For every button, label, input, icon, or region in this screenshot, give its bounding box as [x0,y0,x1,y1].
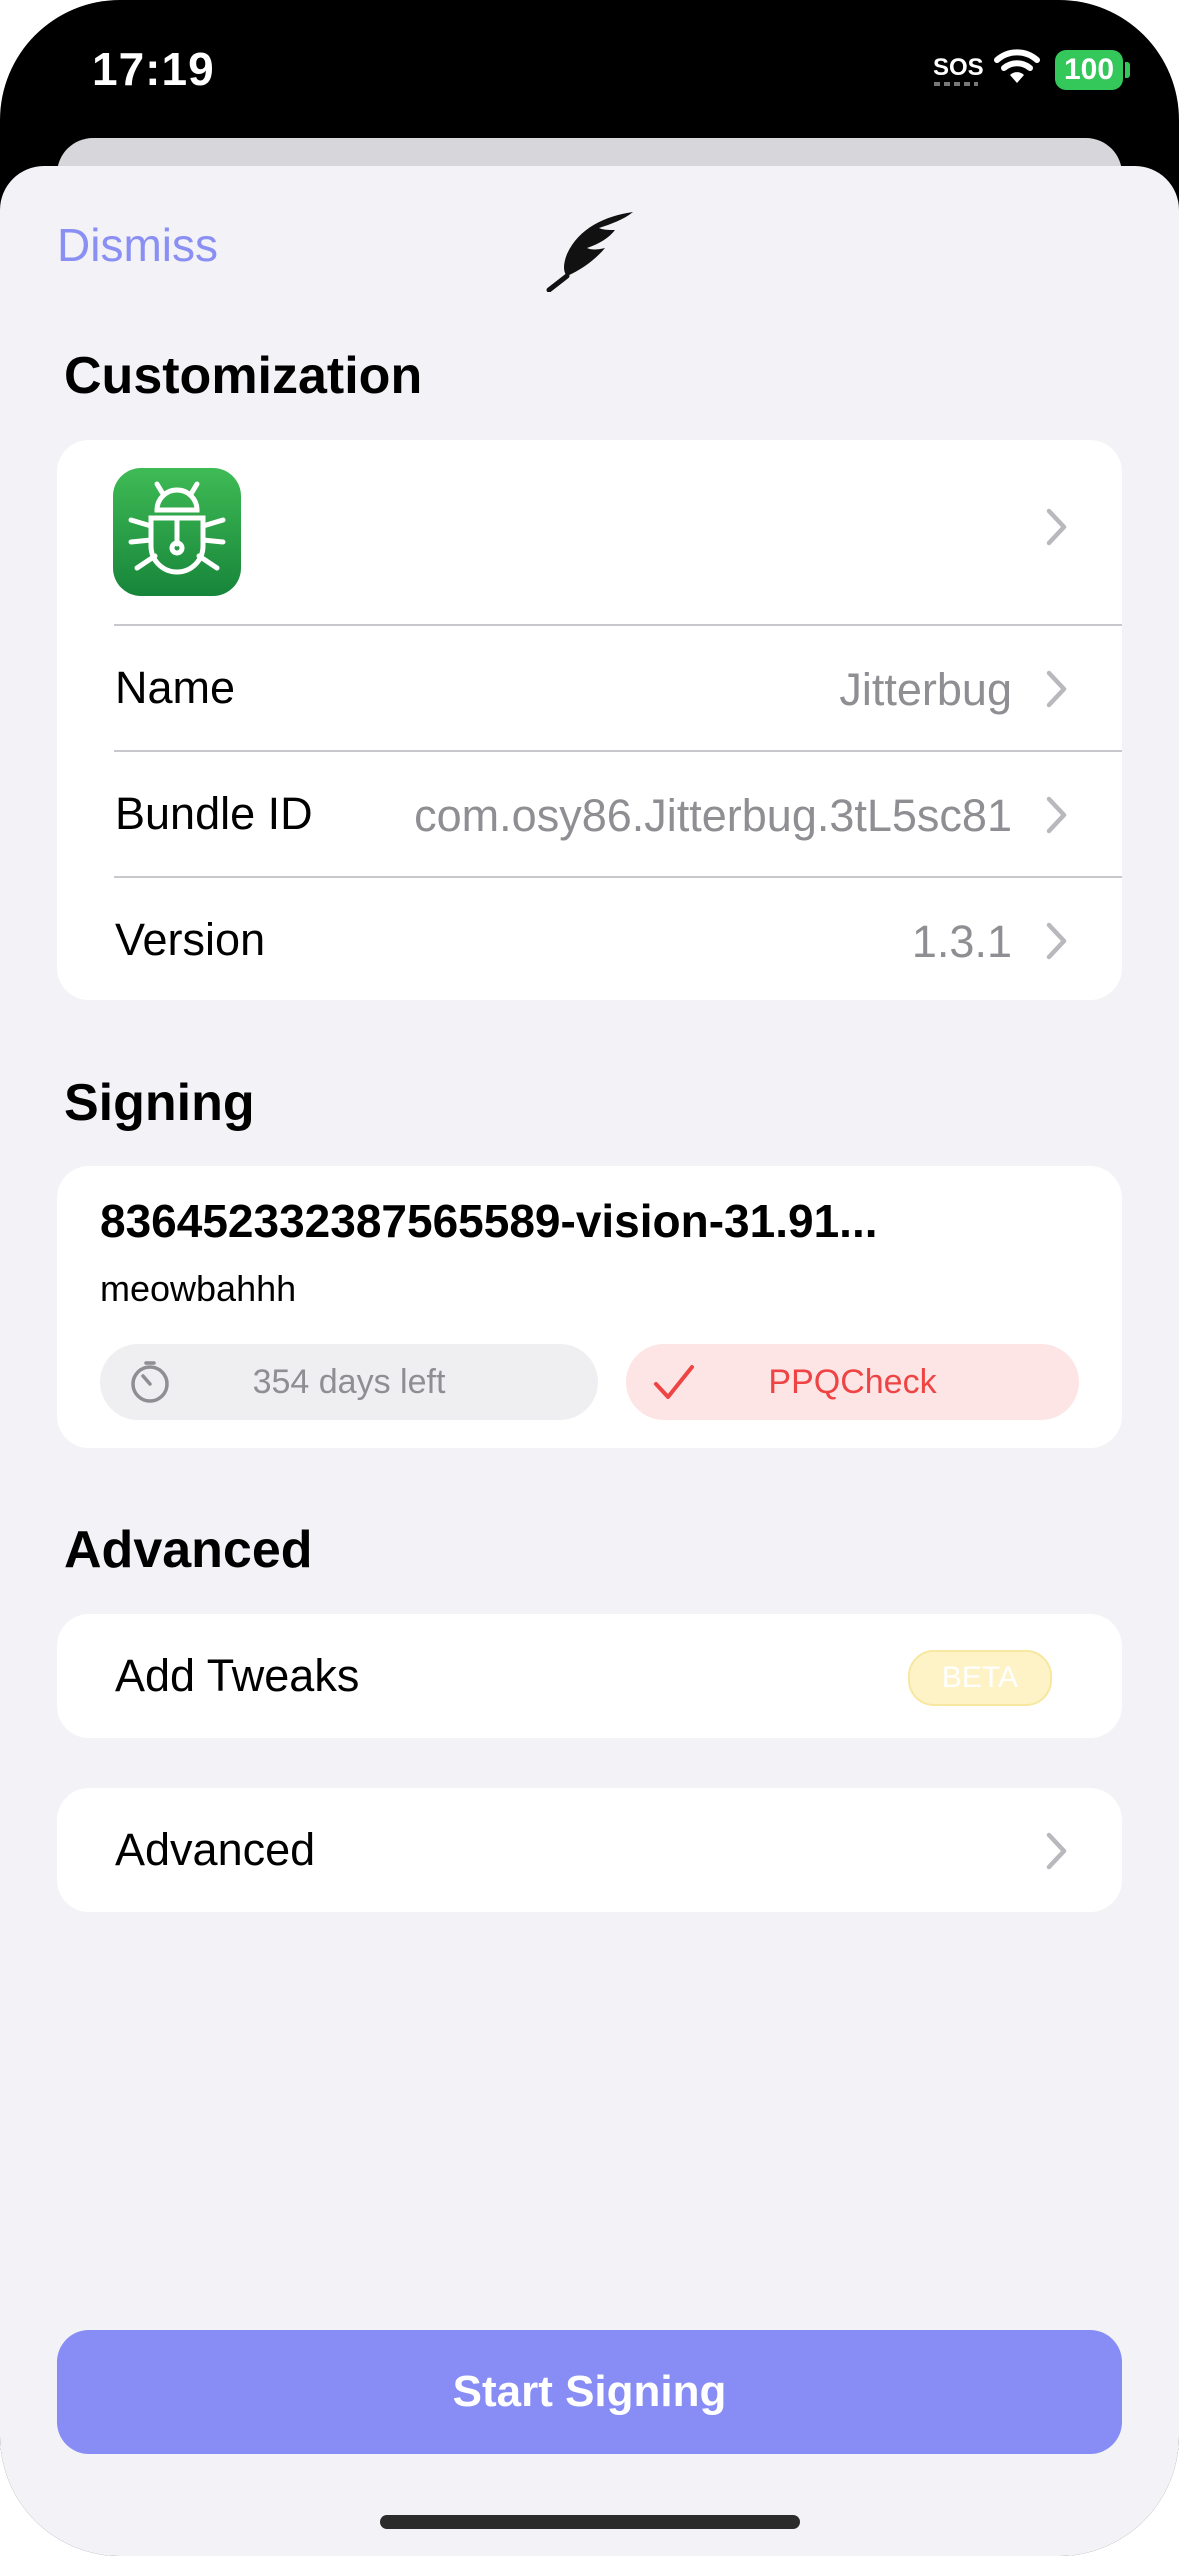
chevron-right-icon [1046,922,1068,965]
home-indicator[interactable] [380,2515,800,2529]
customization-card: Name Jitterbug Bundle ID com.osy86.Jitte… [57,440,1122,1000]
dismiss-button[interactable]: Dismiss [57,218,218,272]
device-frame: 17:19 SOS 100 Dismiss Customization Name… [0,0,1179,2556]
bundle-id-row[interactable]: Bundle ID com.osy86.Jitterbug.3tL5sc81 [57,752,1122,876]
certificate-card[interactable]: 836452332387565589-vision-31.91... meowb… [57,1166,1122,1448]
name-value: Jitterbug [839,664,1012,715]
version-label: Version [115,914,266,965]
chevron-right-icon [1046,670,1068,713]
customization-title: Customization [64,347,423,405]
bundle-id-value: com.osy86.Jitterbug.3tL5sc81 [414,790,1012,841]
chevron-right-icon [1046,796,1068,839]
ppq-status-text: PPQCheck [768,1363,937,1401]
cellular-dots [934,82,978,86]
name-row[interactable]: Name Jitterbug [57,626,1122,750]
advanced-label: Advanced [115,1824,316,1875]
expiry-text: 354 days left [252,1363,446,1401]
battery-indicator: 100 [1055,50,1123,90]
ppq-status-pill: PPQCheck [626,1344,1079,1420]
signing-title: Signing [64,1074,255,1132]
start-signing-button[interactable]: Start Signing [57,2330,1122,2454]
name-label: Name [115,662,236,713]
status-bar: 17:19 SOS 100 [0,0,1179,150]
chevron-right-icon [1046,1832,1068,1875]
advanced-section-title: Advanced [64,1521,313,1579]
add-tweaks-row[interactable]: Add Tweaks BETA [57,1614,1122,1738]
sos-indicator: SOS [933,54,984,81]
expiry-pill: 354 days left [100,1344,598,1420]
version-row[interactable]: Version 1.3.1 [57,878,1122,1002]
status-time: 17:19 [92,43,215,95]
add-tweaks-label: Add Tweaks [115,1650,360,1701]
chevron-right-icon [1046,508,1068,551]
quill-icon [545,210,635,297]
wifi-icon [994,48,1040,91]
app-icon-row[interactable] [57,440,1122,624]
app-icon [113,468,241,596]
version-value: 1.3.1 [911,916,1012,967]
beta-badge: BETA [908,1650,1052,1706]
certificate-subtitle: meowbahhh [100,1268,297,1309]
certificate-name: 836452332387565589-vision-31.91... [100,1195,878,1247]
advanced-row[interactable]: Advanced [57,1788,1122,1912]
bundle-id-label: Bundle ID [115,788,313,839]
battery-nub [1125,62,1130,78]
